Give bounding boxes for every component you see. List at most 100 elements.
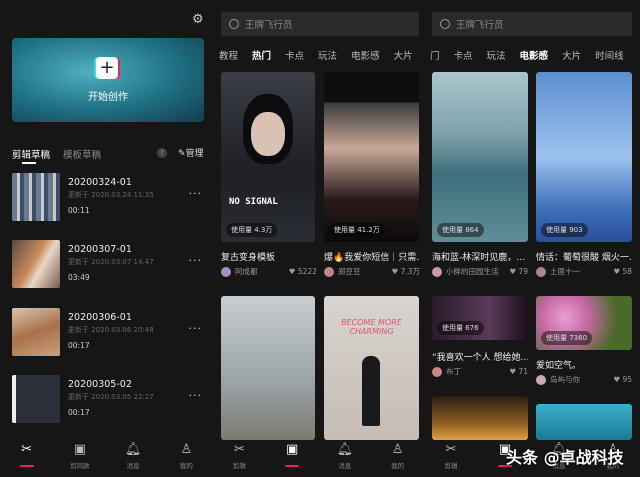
tab-beat[interactable]: 卡点 — [454, 48, 473, 62]
more-icon[interactable]: ··· — [189, 187, 203, 200]
card-author: 郑豆豆 ♥ 7.3万 — [324, 266, 420, 277]
author-name: 岛屿与你 — [550, 375, 580, 384]
avatar — [536, 374, 546, 385]
draft-updated: 更新于 2020.03.05 22:27 — [68, 393, 154, 401]
tab-beat[interactable]: 卡点 — [285, 48, 304, 62]
author-name: 小胖的田园生活 — [446, 267, 499, 276]
template-icon: ▣ — [73, 442, 87, 457]
avatar — [221, 266, 231, 277]
like-count: 95 — [622, 375, 632, 384]
card-overlay-text: NO SIGNAL — [229, 197, 278, 207]
template-card[interactable]: 使用量 903 — [536, 72, 632, 242]
tab-blockbuster[interactable]: 大片 — [394, 48, 413, 62]
likes: ♥ 79 — [509, 267, 528, 276]
like-count: 5222 — [297, 267, 317, 276]
nav-messages[interactable]: 🔔︎ 消息 — [325, 440, 365, 477]
nav-templates[interactable]: ▣ — [272, 440, 312, 477]
usage-badge: 使用量 7360 — [541, 331, 593, 345]
tab-play[interactable]: 玩法 — [318, 48, 337, 62]
draft-item[interactable]: 20200305-02 更新于 2020.03.05 22:27 00:17 ·… — [12, 375, 202, 423]
scissors-icon: ✂ — [21, 442, 33, 457]
nav-messages[interactable]: 🔔︎ 消息 — [113, 440, 153, 477]
search-placeholder: 王牌飞行员 — [245, 20, 293, 31]
nav-label: 消息 — [338, 462, 352, 470]
template-card[interactable]: 使用量 7360 — [536, 296, 632, 350]
templates-panel-hot: 王牌飞行员 教程 热门 卡点 玩法 电影感 大片 NO SIGNAL 使用量 4… — [213, 0, 424, 477]
draft-thumbnail — [12, 308, 60, 356]
like-count: 7.3万 — [400, 267, 420, 276]
draft-name: 20200307-01 — [68, 244, 132, 255]
tab-cinematic[interactable]: 电影感 — [520, 48, 549, 62]
draft-name: 20200324-01 — [68, 177, 132, 188]
nav-edit[interactable]: ✂ — [7, 440, 47, 477]
draft-item[interactable]: 20200307-01 更新于 2020.03.07 14:47 03:49 ·… — [12, 240, 202, 288]
template-card[interactable]: 使用量 864 — [432, 72, 528, 242]
tab-hot[interactable]: 热门 — [252, 48, 271, 62]
scissors-icon: ✂ — [445, 442, 457, 457]
template-card[interactable] — [536, 404, 632, 440]
template-card[interactable]: NO SIGNAL 使用量 4.3万 — [221, 72, 315, 242]
draft-thumbnail — [12, 375, 60, 423]
card-title: 情话：葡萄很酸 烟火一… — [536, 253, 632, 263]
nav-me[interactable]: ♙ 我的 — [166, 440, 206, 477]
usage-badge: 使用量 864 — [437, 223, 484, 237]
draft-duration: 00:11 — [68, 206, 90, 215]
template-card[interactable] — [221, 296, 315, 440]
nav-me[interactable]: ♙ 我的 — [378, 440, 418, 477]
likes: ♥ 5222 — [288, 267, 317, 276]
draft-item[interactable]: 20200324-01 更新于 2020.03.24 11:35 00:11 ·… — [12, 173, 202, 221]
like-count: 79 — [518, 267, 528, 276]
draft-item[interactable]: 20200306-01 更新于 2020.03.06 20:48 00:17 ·… — [12, 308, 202, 356]
likes: ♥ 95 — [613, 375, 632, 384]
like-count: 58 — [622, 267, 632, 276]
tab-timeline[interactable]: 时间线 — [595, 48, 624, 62]
help-icon[interactable]: ? — [157, 148, 167, 158]
nav-edit[interactable]: ✂ 剪辑 — [219, 440, 259, 477]
category-tabs: 门 卡点 玩法 电影感 大片 时间线 — [430, 48, 624, 62]
draft-updated: 更新于 2020.03.06 20:48 — [68, 326, 154, 334]
author-name: 土匪十一 — [550, 267, 580, 276]
card-title: 爆🔥我爱你短信｜只需… — [324, 253, 420, 263]
active-indicator — [285, 465, 300, 467]
tab-edit-drafts[interactable]: 剪辑草稿 — [12, 147, 50, 161]
nav-label: 剪辑 — [232, 462, 246, 470]
card-author: 阿成都 ♥ 5222 — [221, 266, 317, 277]
template-card[interactable]: 使用量 676 — [432, 296, 528, 340]
bottom-nav: ✂ ▣ 剪同款 🔔︎ 消息 ♙ 我的 — [0, 440, 213, 477]
more-icon[interactable]: ··· — [189, 322, 203, 335]
active-indicator — [19, 465, 34, 467]
template-card[interactable] — [432, 396, 528, 440]
avatar — [432, 266, 442, 277]
nav-edit[interactable]: ✂ 剪辑 — [431, 440, 471, 477]
tab-hot[interactable]: 门 — [430, 48, 440, 62]
likes: ♥ 71 — [509, 367, 528, 376]
template-card[interactable]: BECOME MORE CHARMING — [324, 296, 419, 440]
search-input[interactable]: 王牌飞行员 — [432, 12, 632, 36]
likes: ♥ 58 — [613, 267, 632, 276]
nav-label: 我的 — [391, 462, 405, 470]
manage-button[interactable]: ✎管理 — [178, 146, 204, 159]
home-panel: ⚙ + 开始创作 剪辑草稿 模板草稿 ? ✎管理 20200324-01 更新于… — [0, 0, 213, 477]
template-icon: ▣ — [285, 442, 299, 457]
template-card[interactable]: 使用量 41.2万 — [324, 72, 419, 242]
card-author: 土匪十一 ♥ 58 — [536, 266, 632, 277]
draft-updated: 更新于 2020.03.24 11:35 — [68, 191, 154, 199]
settings-gear-icon[interactable]: ⚙ — [192, 12, 204, 27]
more-icon[interactable]: ··· — [189, 389, 203, 402]
tab-blockbuster[interactable]: 大片 — [562, 48, 581, 62]
author-name: 郑豆豆 — [338, 267, 361, 276]
usage-badge: 使用量 41.2万 — [329, 223, 385, 237]
author-name: 布丁 — [446, 367, 461, 376]
draft-name: 20200306-01 — [68, 312, 132, 323]
like-count: 71 — [518, 367, 528, 376]
search-input[interactable]: 王牌飞行员 — [221, 12, 419, 36]
tab-play[interactable]: 玩法 — [487, 48, 506, 62]
nav-templates[interactable]: ▣ 剪同款 — [60, 440, 100, 477]
start-create-button[interactable]: + 开始创作 — [12, 38, 204, 122]
draft-thumbnail — [12, 173, 60, 221]
tab-template-drafts[interactable]: 模板草稿 — [63, 147, 101, 161]
tab-tutorial[interactable]: 教程 — [219, 48, 238, 62]
tab-cinematic[interactable]: 电影感 — [351, 48, 380, 62]
more-icon[interactable]: ··· — [189, 254, 203, 267]
templates-panel-cinematic: 王牌飞行员 门 卡点 玩法 电影感 大片 时间线 使用量 864 海和蓝-林深时… — [424, 0, 640, 477]
